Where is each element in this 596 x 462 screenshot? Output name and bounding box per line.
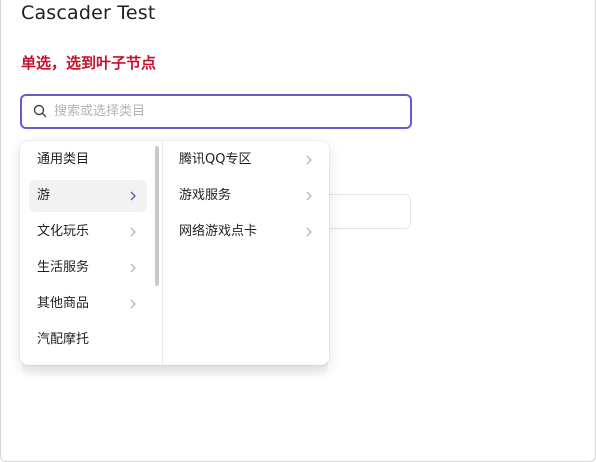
option-label: 腾讯QQ专区 bbox=[179, 152, 252, 167]
cascader-column-level-2: 腾讯QQ专区 游戏服务 网络游戏点卡 bbox=[163, 141, 329, 365]
option-label: 通用类目 bbox=[37, 152, 90, 167]
cascader-column-level-1: 通用类目 游 文化玩乐 生活服务 其他商品 汽配摩托 bbox=[20, 141, 163, 365]
cascader-option[interactable]: 文化玩乐 bbox=[29, 216, 147, 248]
option-label: 其他商品 bbox=[37, 296, 90, 311]
search-icon bbox=[33, 104, 47, 118]
page-title: Cascader Test bbox=[21, 2, 156, 24]
option-label: 文化玩乐 bbox=[37, 224, 90, 239]
section-label: 单选，选到叶子节点 bbox=[21, 54, 157, 72]
chevron-right-icon bbox=[130, 191, 136, 201]
chevron-right-icon bbox=[130, 263, 136, 273]
cascader-dropdown: 通用类目 游 文化玩乐 生活服务 其他商品 汽配摩托 腾讯QQ专区 游戏服务 网… bbox=[20, 141, 329, 365]
cascader-option[interactable]: 网络游戏点卡 bbox=[171, 216, 323, 248]
option-label: 游戏服务 bbox=[179, 188, 232, 203]
chevron-right-icon bbox=[130, 227, 136, 237]
cascader-option[interactable]: 汽配摩托 bbox=[29, 324, 147, 356]
cascader-option[interactable]: 游 bbox=[29, 180, 147, 212]
cascader-option[interactable]: 通用类目 bbox=[29, 144, 147, 176]
column-scrollbar[interactable] bbox=[155, 146, 159, 286]
cascader-search-box[interactable] bbox=[20, 94, 412, 129]
chevron-right-icon bbox=[306, 227, 312, 237]
cascader-option[interactable]: 其他商品 bbox=[29, 288, 147, 320]
option-label: 游 bbox=[37, 188, 51, 203]
option-label: 生活服务 bbox=[37, 260, 90, 275]
chevron-right-icon bbox=[306, 155, 312, 165]
cascader-option[interactable]: 腾讯QQ专区 bbox=[171, 144, 323, 176]
chevron-right-icon bbox=[130, 299, 136, 309]
chevron-right-icon bbox=[306, 191, 312, 201]
option-label: 网络游戏点卡 bbox=[179, 224, 258, 239]
search-input[interactable] bbox=[54, 96, 394, 127]
cascader-option[interactable]: 生活服务 bbox=[29, 252, 147, 284]
cascader-option[interactable]: 游戏服务 bbox=[171, 180, 323, 212]
option-label: 汽配摩托 bbox=[37, 332, 90, 347]
